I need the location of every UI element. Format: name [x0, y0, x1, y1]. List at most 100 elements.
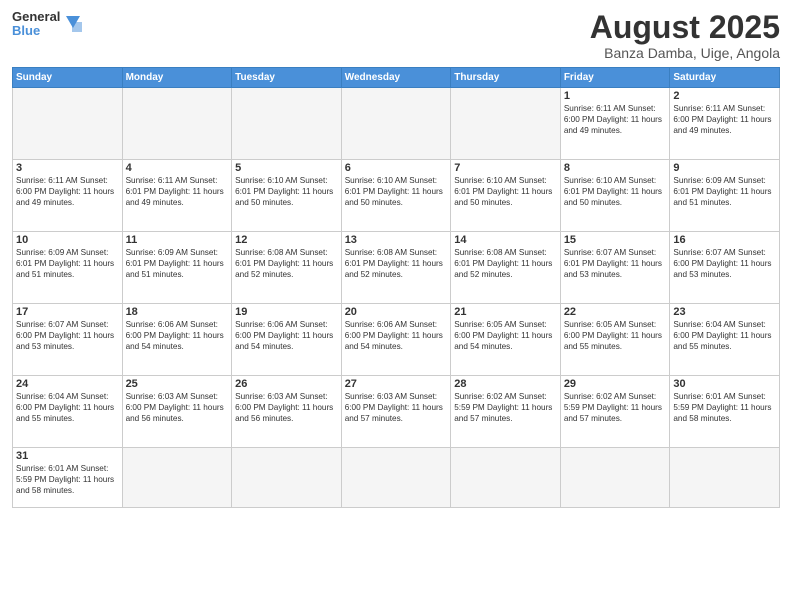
calendar-cell	[122, 88, 232, 160]
day-info: Sunrise: 6:09 AM Sunset: 6:01 PM Dayligh…	[126, 247, 229, 280]
day-number: 19	[235, 306, 338, 318]
day-number: 2	[673, 90, 776, 102]
calendar-cell: 5Sunrise: 6:10 AM Sunset: 6:01 PM Daylig…	[232, 160, 342, 232]
calendar-cell: 7Sunrise: 6:10 AM Sunset: 6:01 PM Daylig…	[451, 160, 561, 232]
day-number: 3	[16, 162, 119, 174]
day-info: Sunrise: 6:07 AM Sunset: 6:01 PM Dayligh…	[564, 247, 667, 280]
day-info: Sunrise: 6:11 AM Sunset: 6:00 PM Dayligh…	[673, 103, 776, 136]
day-number: 24	[16, 378, 119, 390]
day-number: 1	[564, 90, 667, 102]
day-info: Sunrise: 6:06 AM Sunset: 6:00 PM Dayligh…	[126, 319, 229, 352]
day-info: Sunrise: 6:10 AM Sunset: 6:01 PM Dayligh…	[345, 175, 448, 208]
day-number: 31	[16, 450, 119, 462]
calendar-cell: 9Sunrise: 6:09 AM Sunset: 6:01 PM Daylig…	[670, 160, 780, 232]
day-info: Sunrise: 6:07 AM Sunset: 6:00 PM Dayligh…	[673, 247, 776, 280]
calendar-cell: 22Sunrise: 6:05 AM Sunset: 6:00 PM Dayli…	[560, 304, 670, 376]
calendar-cell	[341, 88, 451, 160]
day-number: 12	[235, 234, 338, 246]
day-info: Sunrise: 6:06 AM Sunset: 6:00 PM Dayligh…	[235, 319, 338, 352]
col-wednesday: Wednesday	[341, 68, 451, 88]
day-info: Sunrise: 6:01 AM Sunset: 5:59 PM Dayligh…	[673, 391, 776, 424]
calendar-cell: 18Sunrise: 6:06 AM Sunset: 6:00 PM Dayli…	[122, 304, 232, 376]
day-info: Sunrise: 6:04 AM Sunset: 6:00 PM Dayligh…	[16, 391, 119, 424]
calendar-cell	[13, 88, 123, 160]
calendar-cell: 2Sunrise: 6:11 AM Sunset: 6:00 PM Daylig…	[670, 88, 780, 160]
calendar-cell: 31Sunrise: 6:01 AM Sunset: 5:59 PM Dayli…	[13, 448, 123, 508]
day-info: Sunrise: 6:05 AM Sunset: 6:00 PM Dayligh…	[454, 319, 557, 352]
day-info: Sunrise: 6:10 AM Sunset: 6:01 PM Dayligh…	[564, 175, 667, 208]
calendar-cell: 4Sunrise: 6:11 AM Sunset: 6:01 PM Daylig…	[122, 160, 232, 232]
day-number: 8	[564, 162, 667, 174]
day-info: Sunrise: 6:03 AM Sunset: 6:00 PM Dayligh…	[345, 391, 448, 424]
logo-triangle-icon	[62, 10, 84, 38]
calendar-header-row: Sunday Monday Tuesday Wednesday Thursday…	[13, 68, 780, 88]
col-monday: Monday	[122, 68, 232, 88]
day-info: Sunrise: 6:06 AM Sunset: 6:00 PM Dayligh…	[345, 319, 448, 352]
calendar-cell: 23Sunrise: 6:04 AM Sunset: 6:00 PM Dayli…	[670, 304, 780, 376]
calendar-cell	[341, 448, 451, 508]
title-area: August 2025 Banza Damba, Uige, Angola	[590, 10, 780, 61]
day-info: Sunrise: 6:09 AM Sunset: 6:01 PM Dayligh…	[16, 247, 119, 280]
day-info: Sunrise: 6:08 AM Sunset: 6:01 PM Dayligh…	[235, 247, 338, 280]
calendar-cell: 25Sunrise: 6:03 AM Sunset: 6:00 PM Dayli…	[122, 376, 232, 448]
calendar-cell: 15Sunrise: 6:07 AM Sunset: 6:01 PM Dayli…	[560, 232, 670, 304]
day-number: 20	[345, 306, 448, 318]
calendar-cell: 1Sunrise: 6:11 AM Sunset: 6:00 PM Daylig…	[560, 88, 670, 160]
calendar-cell: 13Sunrise: 6:08 AM Sunset: 6:01 PM Dayli…	[341, 232, 451, 304]
day-info: Sunrise: 6:09 AM Sunset: 6:01 PM Dayligh…	[673, 175, 776, 208]
day-info: Sunrise: 6:11 AM Sunset: 6:01 PM Dayligh…	[126, 175, 229, 208]
calendar-cell: 17Sunrise: 6:07 AM Sunset: 6:00 PM Dayli…	[13, 304, 123, 376]
calendar-cell: 28Sunrise: 6:02 AM Sunset: 5:59 PM Dayli…	[451, 376, 561, 448]
col-tuesday: Tuesday	[232, 68, 342, 88]
calendar-cell	[232, 88, 342, 160]
day-number: 22	[564, 306, 667, 318]
calendar-cell: 26Sunrise: 6:03 AM Sunset: 6:00 PM Dayli…	[232, 376, 342, 448]
day-number: 14	[454, 234, 557, 246]
day-number: 26	[235, 378, 338, 390]
day-number: 16	[673, 234, 776, 246]
calendar-cell	[670, 448, 780, 508]
calendar-cell	[451, 448, 561, 508]
logo-general: General	[12, 10, 60, 24]
day-number: 15	[564, 234, 667, 246]
day-number: 29	[564, 378, 667, 390]
day-number: 25	[126, 378, 229, 390]
day-number: 4	[126, 162, 229, 174]
day-number: 18	[126, 306, 229, 318]
day-number: 27	[345, 378, 448, 390]
day-info: Sunrise: 6:07 AM Sunset: 6:00 PM Dayligh…	[16, 319, 119, 352]
day-number: 6	[345, 162, 448, 174]
calendar-cell: 10Sunrise: 6:09 AM Sunset: 6:01 PM Dayli…	[13, 232, 123, 304]
calendar-cell: 30Sunrise: 6:01 AM Sunset: 5:59 PM Dayli…	[670, 376, 780, 448]
calendar-table: Sunday Monday Tuesday Wednesday Thursday…	[12, 67, 780, 508]
calendar-cell	[122, 448, 232, 508]
calendar-cell: 16Sunrise: 6:07 AM Sunset: 6:00 PM Dayli…	[670, 232, 780, 304]
day-info: Sunrise: 6:10 AM Sunset: 6:01 PM Dayligh…	[454, 175, 557, 208]
day-number: 9	[673, 162, 776, 174]
calendar-cell	[232, 448, 342, 508]
day-info: Sunrise: 6:02 AM Sunset: 5:59 PM Dayligh…	[564, 391, 667, 424]
calendar-cell: 27Sunrise: 6:03 AM Sunset: 6:00 PM Dayli…	[341, 376, 451, 448]
col-saturday: Saturday	[670, 68, 780, 88]
calendar-cell: 20Sunrise: 6:06 AM Sunset: 6:00 PM Dayli…	[341, 304, 451, 376]
day-info: Sunrise: 6:10 AM Sunset: 6:01 PM Dayligh…	[235, 175, 338, 208]
col-thursday: Thursday	[451, 68, 561, 88]
calendar-cell	[451, 88, 561, 160]
day-number: 17	[16, 306, 119, 318]
calendar-cell: 29Sunrise: 6:02 AM Sunset: 5:59 PM Dayli…	[560, 376, 670, 448]
day-info: Sunrise: 6:03 AM Sunset: 6:00 PM Dayligh…	[126, 391, 229, 424]
day-number: 10	[16, 234, 119, 246]
calendar-cell: 21Sunrise: 6:05 AM Sunset: 6:00 PM Dayli…	[451, 304, 561, 376]
day-info: Sunrise: 6:11 AM Sunset: 6:00 PM Dayligh…	[564, 103, 667, 136]
calendar-cell: 6Sunrise: 6:10 AM Sunset: 6:01 PM Daylig…	[341, 160, 451, 232]
calendar-cell: 3Sunrise: 6:11 AM Sunset: 6:00 PM Daylig…	[13, 160, 123, 232]
day-number: 21	[454, 306, 557, 318]
month-title: August 2025	[590, 10, 780, 45]
day-info: Sunrise: 6:04 AM Sunset: 6:00 PM Dayligh…	[673, 319, 776, 352]
col-sunday: Sunday	[13, 68, 123, 88]
day-number: 5	[235, 162, 338, 174]
calendar-cell	[560, 448, 670, 508]
day-number: 30	[673, 378, 776, 390]
day-number: 28	[454, 378, 557, 390]
calendar-cell: 14Sunrise: 6:08 AM Sunset: 6:01 PM Dayli…	[451, 232, 561, 304]
